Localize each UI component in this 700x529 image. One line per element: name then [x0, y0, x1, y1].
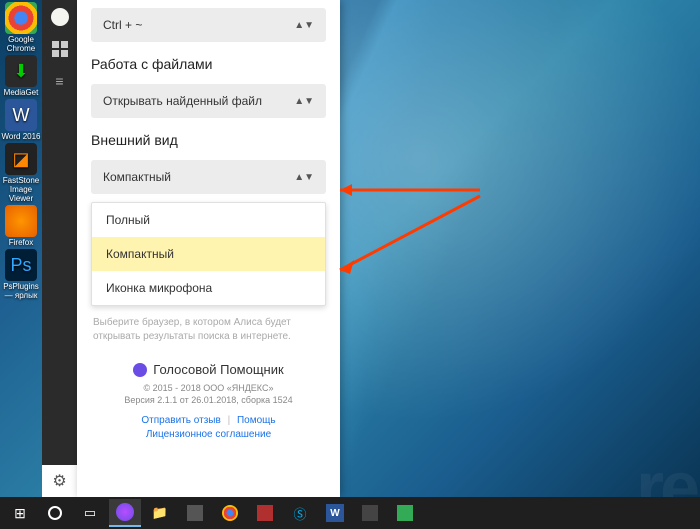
- hotkey-dropdown[interactable]: Ctrl + ~ ▲▼: [91, 8, 326, 42]
- taskbar-app-4[interactable]: [389, 499, 421, 527]
- taskbar-chrome[interactable]: [214, 499, 246, 527]
- link-help[interactable]: Помощь: [237, 415, 276, 426]
- appearance-option-compact[interactable]: Компактный: [92, 237, 325, 271]
- taskbar-explorer[interactable]: 📁: [144, 499, 176, 527]
- taskbar-app-2[interactable]: [249, 499, 281, 527]
- footer-version: Версия 2.1.1 от 26.01.2018, сборка 1524: [91, 395, 326, 405]
- appearance-options-popup: Полный Компактный Иконка микрофона: [91, 202, 326, 306]
- chevron-updown-icon: ▲▼: [294, 96, 314, 107]
- files-section-title: Работа с файлами: [91, 56, 326, 72]
- desktop-icon-faststone[interactable]: ◪FastStone Image Viewer: [0, 143, 42, 203]
- taskbar-alice[interactable]: [109, 499, 141, 527]
- appearance-option-full[interactable]: Полный: [92, 203, 325, 237]
- taskbar-app-1[interactable]: [179, 499, 211, 527]
- sidebar-apps-icon[interactable]: [49, 38, 71, 60]
- footer-copyright: © 2015 - 2018 ООО «ЯНДЕКС»: [91, 383, 326, 393]
- browser-hint-text: Выберите браузер, в котором Алиса будет …: [93, 316, 324, 344]
- cortana-button[interactable]: [39, 499, 71, 527]
- files-action-value: Открывать найденный файл: [103, 94, 262, 108]
- chevron-updown-icon: ▲▼: [294, 172, 314, 183]
- app-sidebar: ≡: [42, 0, 77, 480]
- desktop-icon-chrome[interactable]: Google Chrome: [0, 2, 42, 53]
- desktop-icon-psplugins[interactable]: PsPsPlugins — ярлык: [0, 249, 42, 300]
- sidebar-alice-icon[interactable]: [49, 6, 71, 28]
- appearance-option-mic-icon[interactable]: Иконка микрофона: [92, 271, 325, 305]
- desktop-icon-mediaget[interactable]: ⬇MediaGet: [0, 55, 42, 97]
- start-button[interactable]: ⊞: [4, 499, 36, 527]
- task-view-button[interactable]: ▭: [74, 499, 106, 527]
- sidebar-menu-icon[interactable]: ≡: [49, 70, 71, 92]
- taskbar-app-3[interactable]: [354, 499, 386, 527]
- link-license[interactable]: Лицензионное соглашение: [146, 429, 271, 440]
- appearance-dropdown[interactable]: Компактный ▲▼: [91, 160, 326, 194]
- appearance-value: Компактный: [103, 170, 171, 184]
- files-action-dropdown[interactable]: Открывать найденный файл ▲▼: [91, 84, 326, 118]
- taskbar-skype[interactable]: Ⓢ: [284, 499, 316, 527]
- chevron-updown-icon: ▲▼: [294, 20, 314, 31]
- panel-footer: Голосовой Помощник © 2015 - 2018 ООО «ЯН…: [91, 362, 326, 440]
- footer-links: Отправить отзыв | Помощь: [91, 415, 326, 426]
- taskbar-word[interactable]: W: [319, 499, 351, 527]
- sidebar-settings-icon[interactable]: ⚙: [42, 465, 77, 497]
- hotkey-value: Ctrl + ~: [103, 18, 142, 32]
- desktop-icon-firefox[interactable]: Firefox: [0, 205, 42, 247]
- footer-title: Голосовой Помощник: [91, 362, 326, 377]
- alice-logo-icon: [133, 363, 147, 377]
- settings-panel: Ctrl + ~ ▲▼ Работа с файлами Открывать н…: [77, 0, 340, 497]
- desktop-icons-column: Google Chrome ⬇MediaGet WWord 2016 ◪Fast…: [0, 0, 42, 302]
- desktop-icon-word[interactable]: WWord 2016: [0, 99, 42, 141]
- windows-taskbar: ⊞ ▭ 📁 Ⓢ W: [0, 497, 700, 529]
- link-feedback[interactable]: Отправить отзыв: [141, 415, 220, 426]
- appearance-section-title: Внешний вид: [91, 132, 326, 148]
